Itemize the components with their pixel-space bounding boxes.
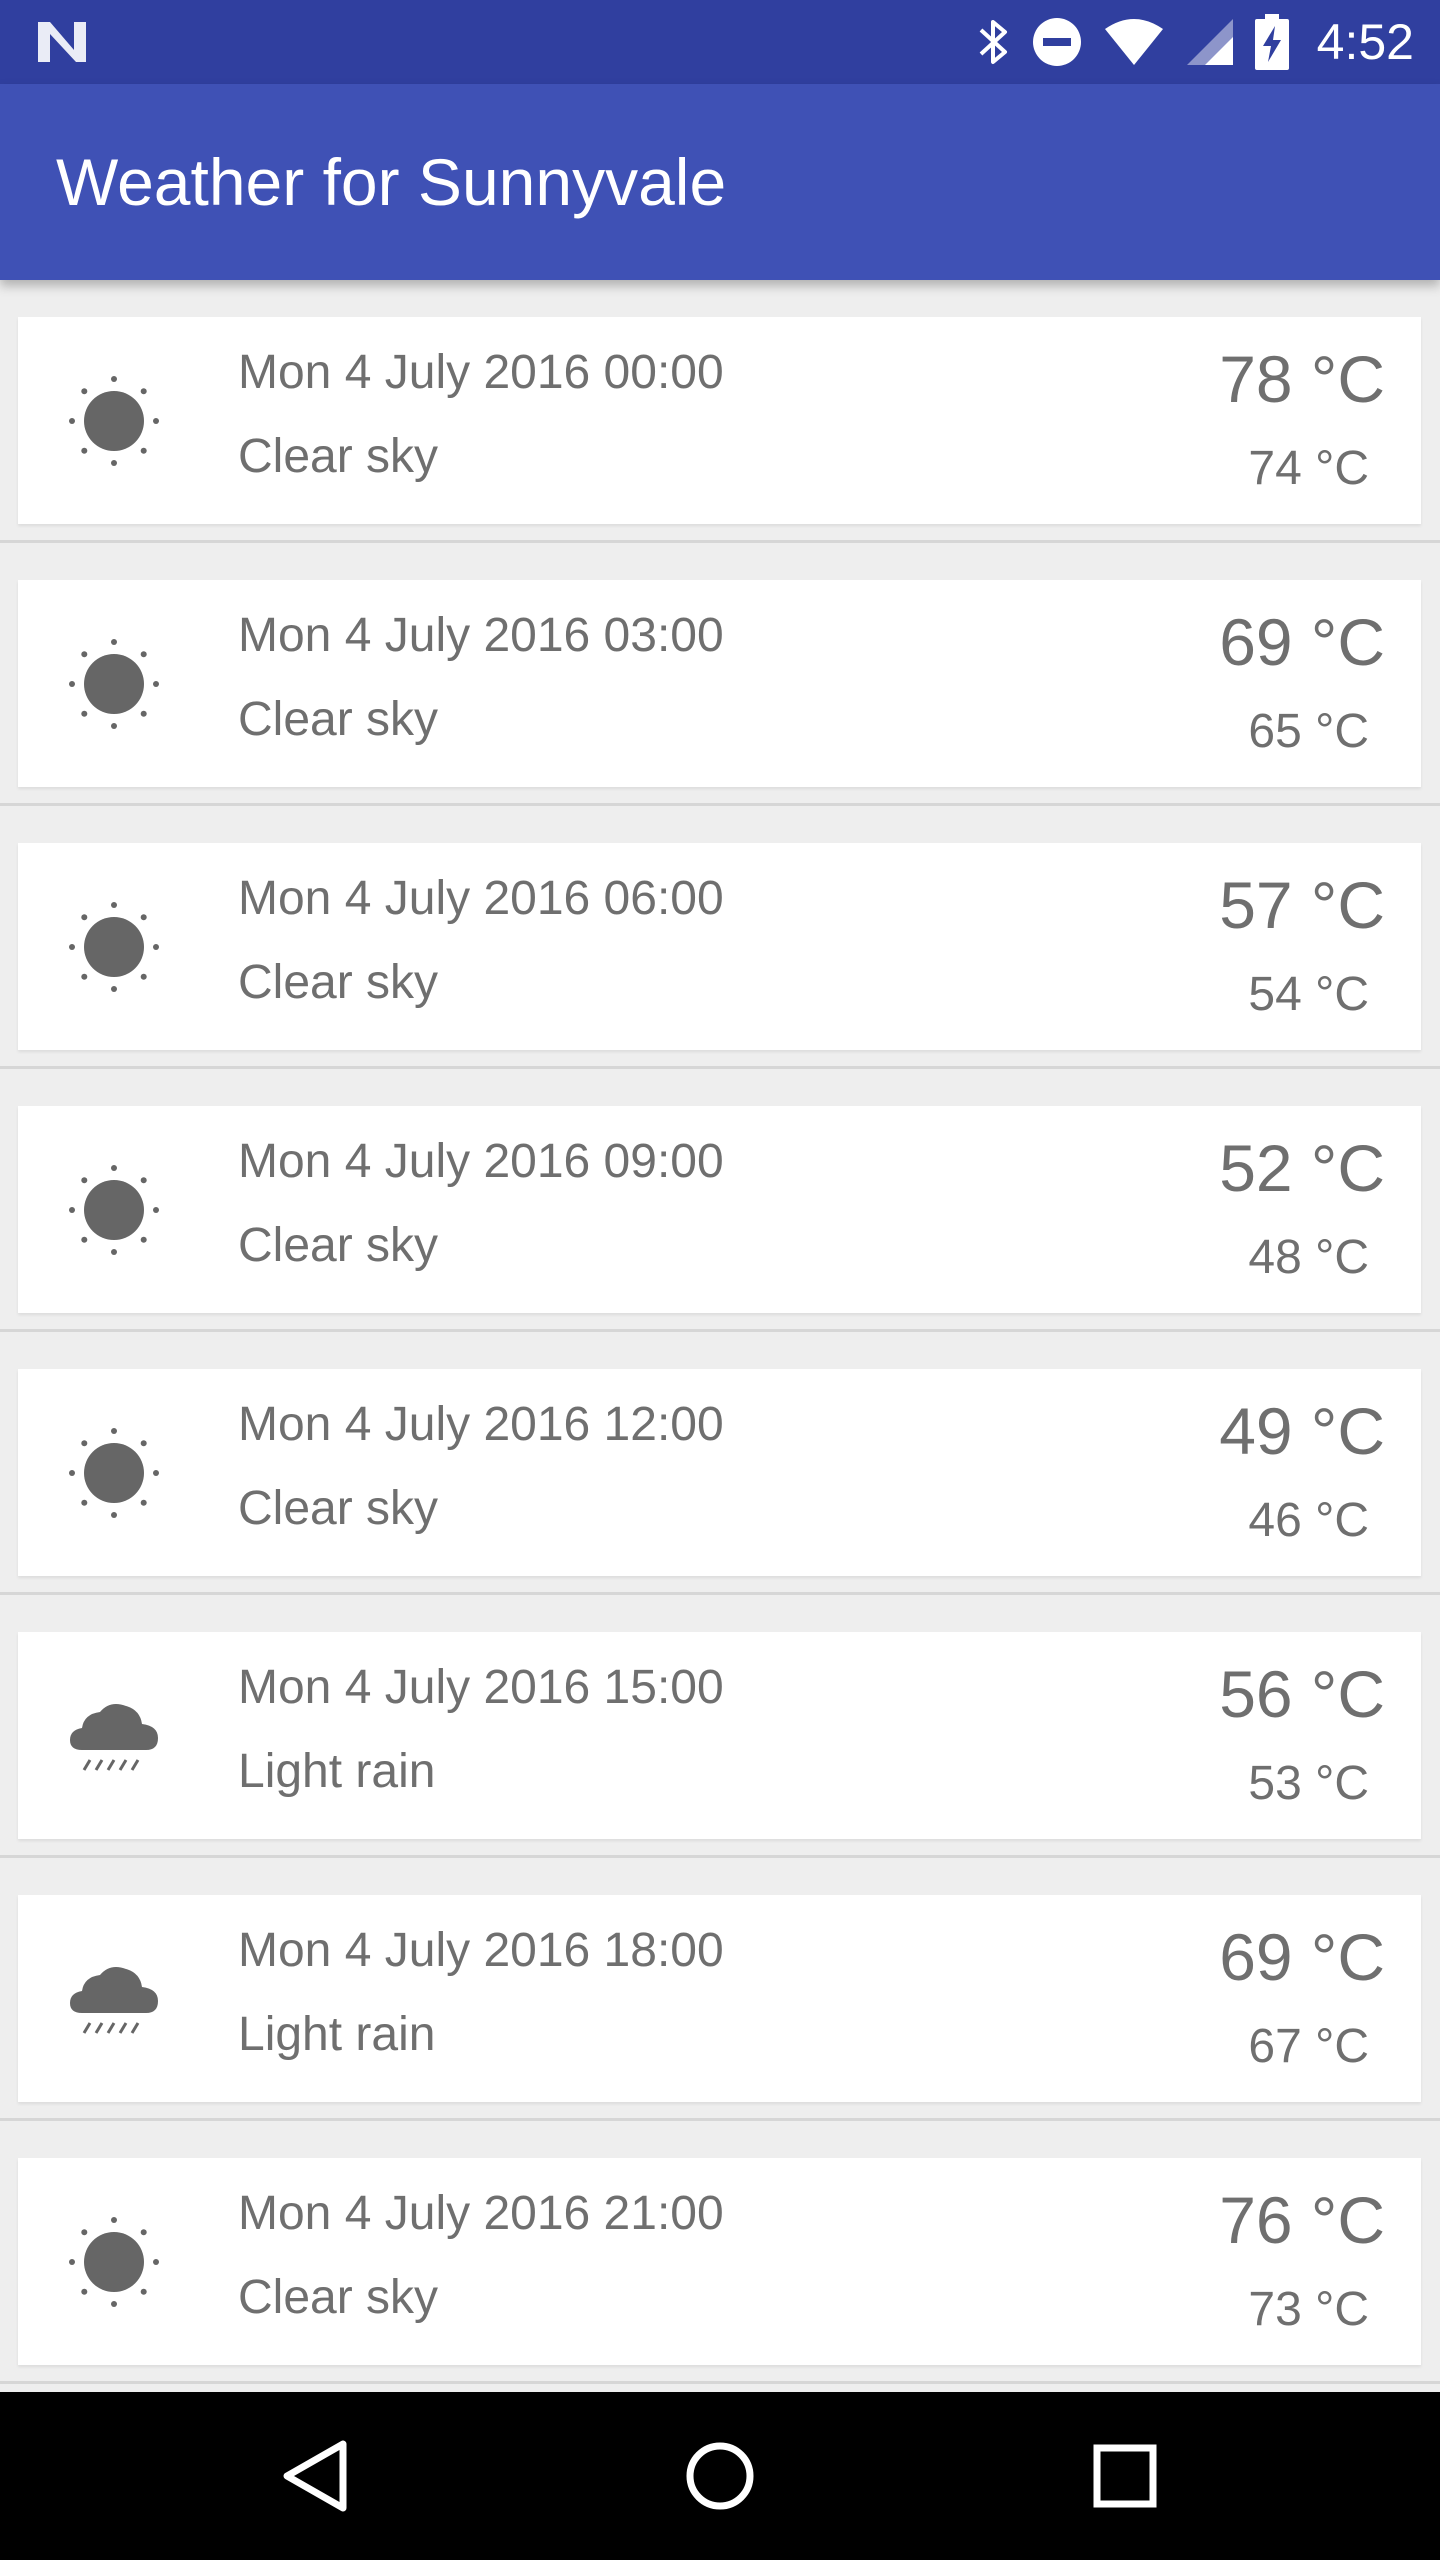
- forecast-low-temp: 65 °C: [1248, 705, 1369, 758]
- forecast-row[interactable]: Mon 4 July 2016 06:00 Clear sky 57 °C 54…: [0, 806, 1440, 1069]
- forecast-low-temp: 48 °C: [1248, 1231, 1369, 1284]
- forecast-card[interactable]: Mon 4 July 2016 03:00 Clear sky 69 °C 65…: [18, 580, 1421, 787]
- forecast-description: Light rain: [238, 2008, 436, 2061]
- sun-icon: [69, 902, 159, 992]
- forecast-date: Mon 4 July 2016 00:00: [238, 346, 724, 399]
- forecast-low-temp: 74 °C: [1248, 442, 1369, 495]
- notification-n-icon: [38, 22, 86, 62]
- forecast-low-temp: 73 °C: [1248, 2283, 1369, 2336]
- forecast-card[interactable]: Mon 4 July 2016 09:00 Clear sky 52 °C 48…: [18, 1106, 1421, 1313]
- rain-cloud-icon: [70, 1967, 158, 2034]
- forecast-card[interactable]: Mon 4 July 2016 06:00 Clear sky 57 °C 54…: [18, 843, 1421, 1050]
- sun-icon: [69, 1428, 159, 1518]
- bluetooth-icon: [979, 20, 1007, 64]
- sun-icon: [69, 2217, 159, 2307]
- forecast-row[interactable]: Mon 4 July 2016 03:00 Clear sky 69 °C 65…: [0, 543, 1440, 806]
- forecast-row[interactable]: Mon 4 July 2016 21:00 Clear sky 76 °C 73…: [0, 2121, 1440, 2384]
- forecast-card[interactable]: Mon 4 July 2016 21:00 Clear sky 76 °C 73…: [18, 2158, 1421, 2365]
- forecast-card[interactable]: Mon 4 July 2016 12:00 Clear sky 49 °C 46…: [18, 1369, 1421, 1576]
- forecast-low-temp: 54 °C: [1248, 968, 1369, 1021]
- forecast-description: Clear sky: [238, 956, 439, 1009]
- forecast-row[interactable]: Mon 4 July 2016 09:00 Clear sky 52 °C 48…: [0, 1069, 1440, 1332]
- forecast-date: Mon 4 July 2016 15:00: [238, 1661, 724, 1714]
- forecast-description: Clear sky: [238, 2271, 439, 2324]
- signal-icon: [1186, 19, 1233, 65]
- navigation-bar: [0, 2392, 1440, 2560]
- sun-icon: [69, 376, 159, 466]
- rain-cloud-icon: [70, 1704, 158, 1771]
- forecast-high-temp: 76 °C: [1219, 2183, 1385, 2257]
- forecast-description: Light rain: [238, 1745, 436, 1798]
- forecast-card[interactable]: Mon 4 July 2016 00:00 Clear sky 78 °C 74…: [18, 317, 1421, 524]
- forecast-row[interactable]: Mon 4 July 2016 12:00 Clear sky 49 °C 46…: [0, 1332, 1440, 1595]
- forecast-card[interactable]: Mon 4 July 2016 18:00 Light rain 69 °C 6…: [18, 1895, 1421, 2102]
- forecast-list[interactable]: Mon 4 July 2016 00:00 Clear sky 78 °C 74…: [0, 280, 1440, 2390]
- wifi-icon: [1104, 19, 1163, 65]
- forecast-low-temp: 67 °C: [1248, 2020, 1369, 2073]
- forecast-low-temp: 53 °C: [1248, 1757, 1369, 1810]
- row-divider: [0, 2381, 1440, 2384]
- forecast-high-temp: 57 °C: [1219, 868, 1385, 942]
- forecast-high-temp: 69 °C: [1219, 1920, 1385, 1994]
- sun-icon: [69, 1165, 159, 1255]
- clock-time: 4:52: [1316, 14, 1414, 70]
- home-icon[interactable]: [670, 2426, 770, 2526]
- forecast-high-temp: 49 °C: [1219, 1394, 1385, 1468]
- battery-charging-icon: [1254, 14, 1289, 70]
- forecast-high-temp: 78 °C: [1219, 342, 1385, 416]
- forecast-description: Clear sky: [238, 430, 439, 483]
- forecast-high-temp: 52 °C: [1219, 1131, 1385, 1205]
- forecast-high-temp: 56 °C: [1219, 1657, 1385, 1731]
- recents-icon[interactable]: [1075, 2426, 1175, 2526]
- sun-icon: [69, 639, 159, 729]
- forecast-date: Mon 4 July 2016 21:00: [238, 2187, 724, 2240]
- forecast-row[interactable]: Mon 4 July 2016 00:00 Clear sky 78 °C 74…: [0, 280, 1440, 543]
- app-bar: Weather for Sunnyvale: [0, 84, 1440, 280]
- page-title: Weather for Sunnyvale: [56, 145, 727, 219]
- back-icon[interactable]: [265, 2426, 365, 2526]
- forecast-row[interactable]: Mon 4 July 2016 15:00 Light rain 56 °C 5…: [0, 1595, 1440, 1858]
- do-not-disturb-icon: [1032, 18, 1081, 66]
- forecast-row[interactable]: Mon 4 July 2016 18:00 Light rain 69 °C 6…: [0, 1858, 1440, 2121]
- forecast-date: Mon 4 July 2016 06:00: [238, 872, 724, 925]
- forecast-date: Mon 4 July 2016 18:00: [238, 1924, 724, 1977]
- status-bar: 4:52: [0, 0, 1440, 84]
- forecast-date: Mon 4 July 2016 12:00: [238, 1398, 724, 1451]
- forecast-description: Clear sky: [238, 693, 439, 746]
- forecast-card[interactable]: Mon 4 July 2016 15:00 Light rain 56 °C 5…: [18, 1632, 1421, 1839]
- forecast-description: Clear sky: [238, 1482, 439, 1535]
- forecast-high-temp: 69 °C: [1219, 605, 1385, 679]
- forecast-description: Clear sky: [238, 1219, 439, 1272]
- forecast-date: Mon 4 July 2016 09:00: [238, 1135, 724, 1188]
- forecast-low-temp: 46 °C: [1248, 1494, 1369, 1547]
- forecast-date: Mon 4 July 2016 03:00: [238, 609, 724, 662]
